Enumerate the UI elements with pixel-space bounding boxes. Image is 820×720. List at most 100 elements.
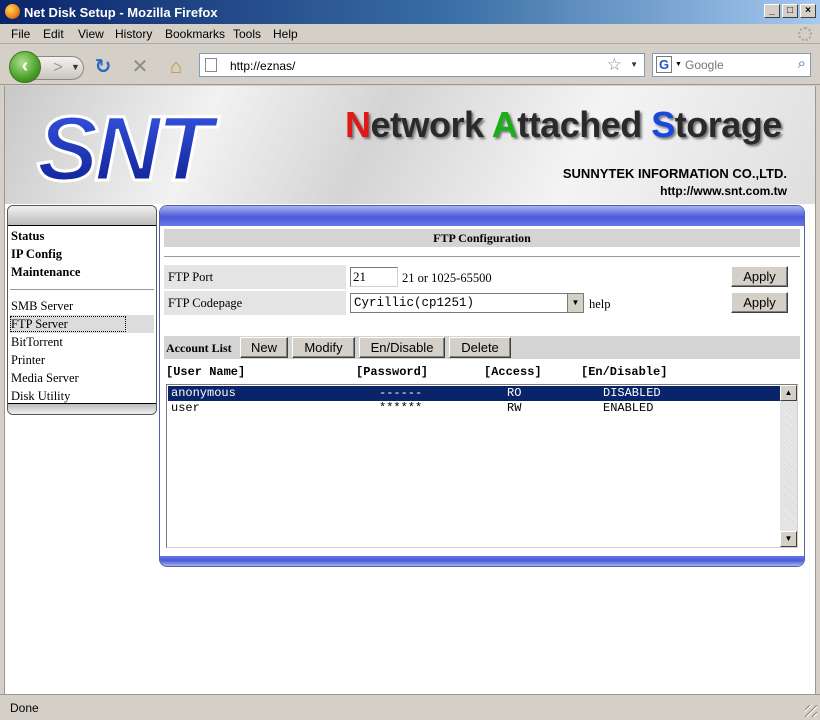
new-account-button[interactable]: New <box>240 337 288 358</box>
ftp-codepage-label: FTP Codepage <box>164 291 346 315</box>
scroll-up-icon[interactable]: ▲ <box>780 385 797 401</box>
bookmark-star-icon[interactable]: ☆ <box>607 55 622 75</box>
menu-history[interactable]: History <box>115 27 152 41</box>
window-controls: _ □ × <box>764 4 816 18</box>
menu-bar: File Edit View History Bookmarks Tools H… <box>0 24 820 44</box>
search-bar[interactable]: G ▼ ⌕ <box>652 53 811 77</box>
menu-help[interactable]: Help <box>273 27 298 41</box>
sidebar-item-status[interactable]: Status <box>11 229 44 244</box>
menu-tools[interactable]: Tools <box>233 27 261 41</box>
google-engine-icon[interactable]: G <box>656 56 672 73</box>
ftp-config-panel: FTP Configuration FTP Port 21 or 1025-65… <box>159 205 805 567</box>
heading-part-1: etwork <box>370 104 492 145</box>
account-user: user <box>171 401 200 415</box>
ftp-port-input[interactable] <box>350 267 398 287</box>
sidebar-top-bar <box>8 206 156 226</box>
codepage-help-link[interactable]: help <box>589 297 611 312</box>
account-user: anonymous <box>171 386 236 400</box>
account-toolbar: Account List New Modify En/Disable Delet… <box>164 336 800 359</box>
search-input[interactable] <box>685 57 785 73</box>
ftp-codepage-select[interactable]: Cyrillic(cp1251) ▼ <box>350 293 584 313</box>
back-button[interactable]: ‹ <box>9 51 41 83</box>
forward-group: > ▼ <box>34 56 84 80</box>
sidebar-item-ftp-server[interactable]: FTP Server <box>11 317 68 332</box>
firefox-icon <box>5 4 20 19</box>
throbber-icon <box>798 27 812 41</box>
scroll-down-icon[interactable]: ▼ <box>780 531 797 547</box>
status-bar: Done <box>0 694 820 720</box>
banner-heading: Network Attached Storage <box>345 104 782 146</box>
menu-bookmarks[interactable]: Bookmarks <box>165 27 225 41</box>
column-header-user-name: [User Name] <box>166 365 246 379</box>
apply-codepage-button[interactable]: Apply <box>731 292 788 313</box>
page-viewport: SNT Network Attached Storage SUNNYTEK IN… <box>4 86 816 694</box>
codepage-selected-value: Cyrillic(cp1251) <box>354 296 475 310</box>
ftp-port-label: FTP Port <box>164 265 346 289</box>
sidebar-divider <box>10 289 154 290</box>
sidebar-item-ip-config[interactable]: IP Config <box>11 247 62 262</box>
account-list-label: Account List <box>166 341 232 355</box>
minimize-button[interactable]: _ <box>764 4 780 18</box>
column-header-access: [Access] <box>484 365 542 379</box>
company-name: SUNNYTEK INFORMATION CO.,LTD. <box>562 166 787 181</box>
list-scrollbar[interactable]: ▲ ▼ <box>780 385 797 547</box>
apply-port-button[interactable]: Apply <box>731 266 788 287</box>
sidebar-bottom-bar <box>8 403 156 414</box>
section-divider <box>164 256 800 257</box>
sidebar-item-printer[interactable]: Printer <box>11 353 45 368</box>
site-banner: SNT Network Attached Storage SUNNYTEK IN… <box>5 86 815 204</box>
account-password: ------ <box>379 386 423 400</box>
sidebar-item-bittorrent[interactable]: BitTorrent <box>11 335 63 350</box>
maximize-button[interactable]: □ <box>782 4 798 18</box>
section-title: FTP Configuration <box>164 229 800 247</box>
history-dropdown-icon[interactable]: ▼ <box>71 62 80 72</box>
sidebar-item-maintenance[interactable]: Maintenance <box>11 265 80 280</box>
sidebar-item-media-server[interactable]: Media Server <box>11 371 79 386</box>
logo-text: SNT <box>37 100 220 190</box>
forward-icon[interactable]: > <box>49 59 67 77</box>
chevron-down-icon[interactable]: ▼ <box>567 294 583 312</box>
column-header-password: [Password] <box>356 365 429 379</box>
home-icon[interactable]: ⌂ <box>163 55 189 79</box>
window-titlebar: Net Disk Setup - Mozilla Firefox _ □ × <box>0 0 820 24</box>
menu-file[interactable]: File <box>11 27 30 41</box>
account-status: ENABLED <box>603 401 654 415</box>
menu-edit[interactable]: Edit <box>43 27 64 41</box>
heading-part-3: torage <box>674 104 783 145</box>
account-row[interactable]: user ****** RW ENABLED <box>168 401 780 416</box>
url-bar[interactable]: http://eznas/ ☆ ▼ <box>199 53 645 77</box>
search-icon[interactable]: ⌕ <box>798 55 806 72</box>
sidebar-menu: Status IP Config Maintenance SMB Server … <box>7 205 157 415</box>
account-listbox[interactable]: anonymous ------ RO DISABLED user ******… <box>166 384 798 548</box>
panel-bottom-bar <box>160 556 804 566</box>
engine-dropdown-icon[interactable]: ▼ <box>675 61 682 68</box>
stop-icon[interactable]: ✕ <box>127 55 153 79</box>
sidebar-item-disk-utility[interactable]: Disk Utility <box>11 389 70 404</box>
heading-s: S <box>651 104 675 145</box>
heading-a: A <box>491 104 518 145</box>
endisable-account-button[interactable]: En/Disable <box>359 337 445 358</box>
window-title: Net Disk Setup - Mozilla Firefox <box>24 5 218 20</box>
heading-part-2: ttached <box>517 104 652 145</box>
close-button[interactable]: × <box>800 4 816 18</box>
account-status: DISABLED <box>603 386 661 400</box>
page-icon <box>205 58 217 72</box>
ftp-port-hint: 21 or 1025-65500 <box>402 271 492 285</box>
heading-n: N <box>345 104 371 145</box>
company-website: http://www.snt.com.tw <box>660 184 787 198</box>
url-dropdown-icon[interactable]: ▼ <box>630 60 638 69</box>
reload-icon[interactable]: ↻ <box>90 55 116 79</box>
account-password: ****** <box>379 401 423 415</box>
panel-top-bar <box>160 206 804 226</box>
column-header-endisable: [En/Disable] <box>581 365 668 379</box>
modify-account-button[interactable]: Modify <box>292 337 355 358</box>
status-text: Done <box>10 701 39 715</box>
sidebar-item-smb-server[interactable]: SMB Server <box>11 299 73 314</box>
url-text[interactable]: http://eznas/ <box>230 59 295 73</box>
account-access: RO <box>507 386 522 400</box>
menu-view[interactable]: View <box>78 27 104 41</box>
delete-account-button[interactable]: Delete <box>449 337 511 358</box>
resize-grip-icon[interactable] <box>805 705 817 717</box>
account-row[interactable]: anonymous ------ RO DISABLED <box>168 386 780 401</box>
snt-logo: SNT <box>36 100 226 190</box>
